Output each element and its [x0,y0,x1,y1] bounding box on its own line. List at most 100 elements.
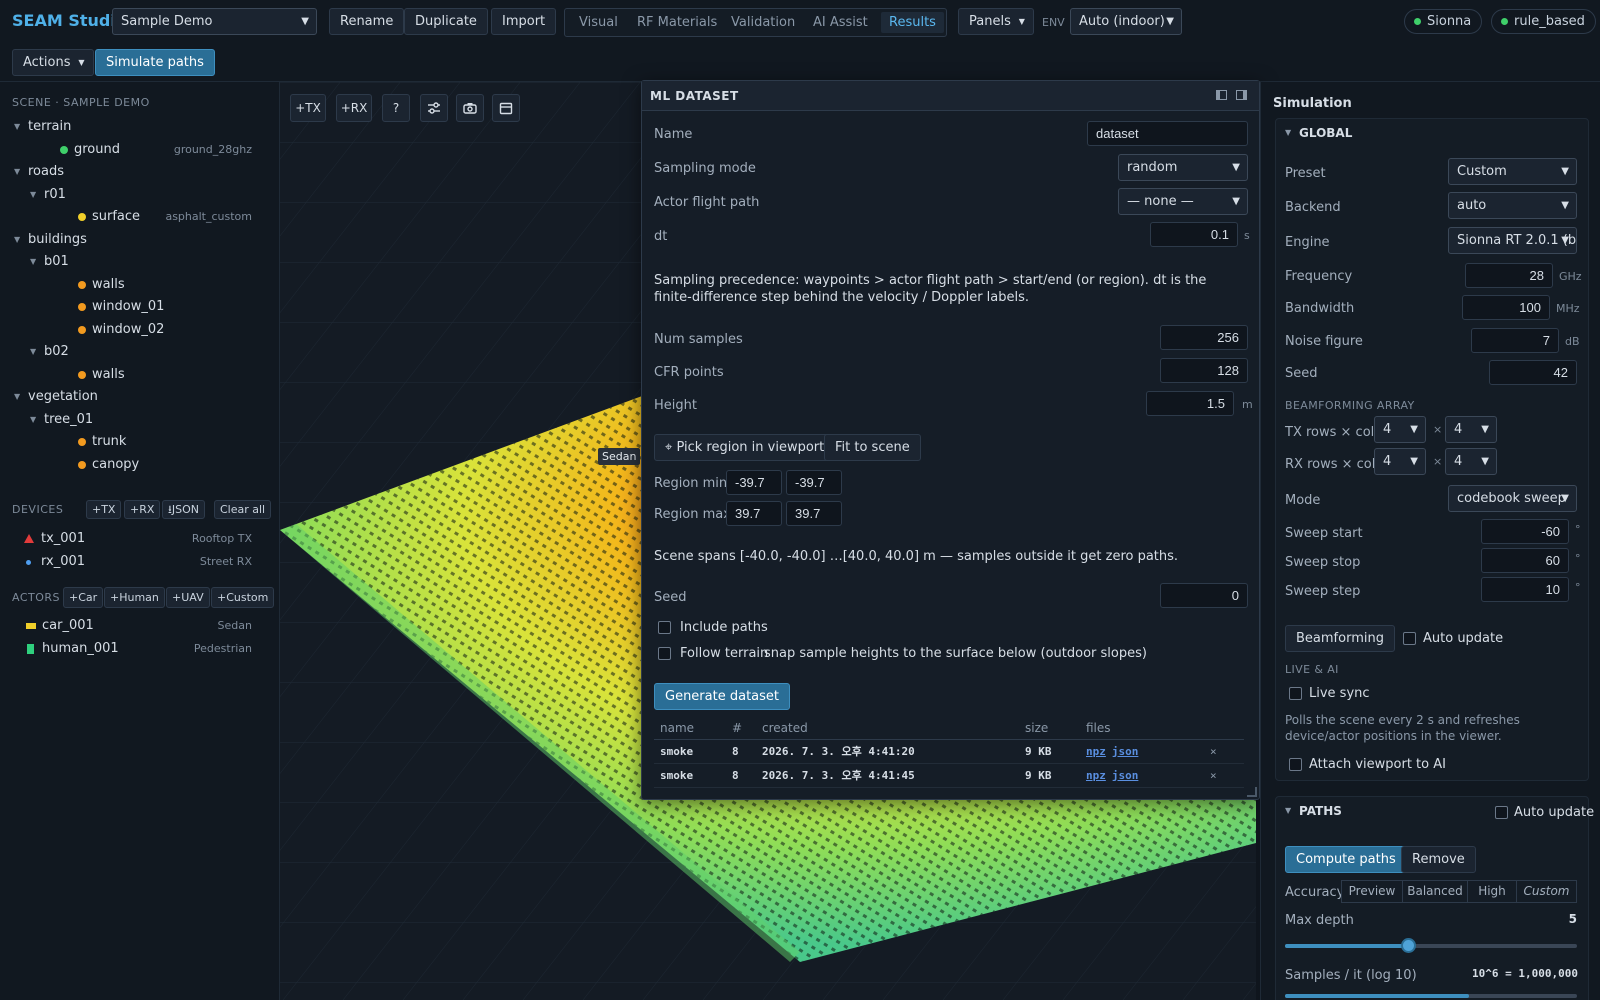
tree-item[interactable]: walls [48,365,252,385]
region-min-x-input[interactable] [726,470,782,495]
add-custom-button[interactable]: +Custom [211,587,275,608]
sweep-start-input[interactable] [1481,519,1569,544]
viewport-add-rx-button[interactable]: +RX [336,94,372,122]
rename-button[interactable]: Rename [329,8,405,35]
tab-visual[interactable]: Visual [571,12,626,33]
generate-dataset-button[interactable]: Generate dataset [654,683,790,710]
json-file-link[interactable]: json [1112,769,1139,782]
samples-slider[interactable] [1285,994,1577,998]
region-max-x-input[interactable] [726,501,782,526]
frequency-input[interactable] [1465,263,1553,288]
delete-row-icon[interactable]: × [1204,763,1244,788]
follow-terrain-checkbox[interactable] [658,647,671,660]
dock-right-icon[interactable] [1236,90,1247,100]
tree-caret-icon[interactable]: ▼ [14,117,20,137]
tree-item[interactable]: ground ground_28ghz [30,140,252,160]
npz-file-link[interactable]: npz [1086,745,1106,758]
add-human-button[interactable]: +Human [104,587,165,608]
ml-dataset-header[interactable]: ML DATASET [642,81,1259,111]
duplicate-button[interactable]: Duplicate [404,8,488,35]
region-max-y-input[interactable] [786,501,842,526]
tree-item[interactable]: walls [48,275,252,295]
tab-ai-assist[interactable]: AI Assist [805,12,876,33]
engine-select[interactable]: Sionna RT 2.0.1 (bu ▼ [1448,227,1577,254]
tree-item[interactable]: ▼ b02 [30,342,252,362]
table-row[interactable]: smoke 8 2026. 7. 3. 오후 4:41:20 9 KB npz j… [654,739,1244,764]
tree-caret-icon[interactable]: ▼ [30,410,36,430]
seed-input[interactable] [1160,583,1248,608]
tree-item[interactable]: window_01 [48,297,252,317]
npz-file-link[interactable]: npz [1086,769,1106,782]
preset-select[interactable]: Custom ▼ [1448,158,1577,185]
pick-region-button[interactable]: ⌖ Pick region in viewport [654,434,836,461]
beamforming-auto-update-checkbox[interactable] [1403,632,1416,645]
cfr-points-input[interactable] [1160,358,1248,383]
region-min-y-input[interactable] [786,470,842,495]
tree-item[interactable]: canopy [48,455,252,475]
tree-item[interactable]: trunk [48,432,252,452]
tab-validation[interactable]: Validation [723,12,803,33]
noise-figure-input[interactable] [1471,328,1559,353]
tx-cols-select[interactable]: 4 ▼ [1445,416,1497,443]
tree-caret-icon[interactable]: ▼ [14,387,20,407]
accuracy-preview-option[interactable]: Preview [1341,880,1403,903]
mode-select[interactable]: codebook sweep ▼ [1448,485,1577,512]
panels-button[interactable]: Panels ▼ [958,8,1034,35]
bandwidth-input[interactable] [1462,295,1550,320]
sampling-mode-select[interactable]: random ▼ [1118,154,1248,181]
calendar-button[interactable] [492,94,520,122]
accuracy-balanced-option[interactable]: Balanced [1402,880,1468,903]
actor-flight-path-select[interactable]: — none — ▼ [1118,188,1248,215]
clear-all-button[interactable]: Clear all [214,500,272,519]
beamforming-button[interactable]: Beamforming [1285,625,1395,652]
simulate-paths-button[interactable]: Simulate paths [95,49,215,76]
tree-item[interactable]: ▼ r01 [30,185,252,205]
tree-caret-icon[interactable]: ▼ [14,230,20,250]
actor-row-car[interactable]: car_001 Sedan [24,616,252,636]
json-file-link[interactable]: json [1112,745,1139,758]
actor-row-human[interactable]: human_001 Pedestrian [24,639,252,659]
tab-results[interactable]: Results [881,12,944,33]
max-depth-slider[interactable] [1285,938,1577,953]
dock-left-icon[interactable] [1216,90,1227,100]
backend-select[interactable]: auto ▼ [1448,192,1577,219]
tree-item[interactable]: ▼ b01 [30,252,252,272]
sweep-stop-input[interactable] [1481,548,1569,573]
live-sync-checkbox[interactable] [1289,687,1302,700]
resize-handle-icon[interactable] [1247,787,1257,797]
tx-rows-select[interactable]: 4 ▼ [1374,416,1426,443]
dataset-name-input[interactable] [1087,121,1248,146]
tree-caret-icon[interactable]: ▼ [30,252,36,272]
add-rx-button[interactable]: +RX [124,500,161,519]
actions-button[interactable]: Actions ▼ [12,49,94,76]
remove-paths-button[interactable]: Remove [1401,846,1476,873]
tree-item[interactable]: ▼ terrain [14,117,252,137]
paths-section-title[interactable]: PATHS [1299,804,1342,818]
screenshot-button[interactable] [456,94,484,122]
compute-paths-button[interactable]: Compute paths [1285,846,1407,873]
delete-row-icon[interactable]: × [1204,739,1244,764]
table-row[interactable]: smoke 8 2026. 7. 3. 오후 4:41:45 9 KB npz j… [654,763,1244,788]
tree-caret-icon[interactable]: ▼ [14,162,20,182]
attach-ai-checkbox[interactable] [1289,758,1302,771]
export-json-button[interactable]: ⭳JSON [162,500,205,519]
env-select[interactable]: Auto (indoor) ▼ [1070,8,1182,35]
tree-caret-icon[interactable]: ▼ [30,342,36,362]
include-paths-checkbox[interactable] [658,621,671,634]
tree-item[interactable]: ▼ roads [14,162,252,182]
rx-rows-select[interactable]: 4 ▼ [1374,448,1426,475]
tree-caret-icon[interactable]: ▼ [30,185,36,205]
help-button[interactable]: ? [382,94,410,122]
tree-item[interactable]: ▼ vegetation [14,387,252,407]
add-tx-button[interactable]: +TX [86,500,122,519]
height-input[interactable] [1146,391,1234,416]
tree-item[interactable]: ▼ tree_01 [30,410,252,430]
tree-item[interactable]: window_02 [48,320,252,340]
import-button[interactable]: Import [491,8,557,35]
sim-seed-input[interactable] [1489,360,1577,385]
device-row-rx[interactable]: rx_001 Street RX [24,552,252,572]
project-select[interactable]: Sample Demo ▼ [112,8,317,35]
num-samples-input[interactable] [1160,325,1248,350]
dt-input[interactable] [1150,222,1238,247]
paths-auto-update-checkbox[interactable] [1495,806,1508,819]
